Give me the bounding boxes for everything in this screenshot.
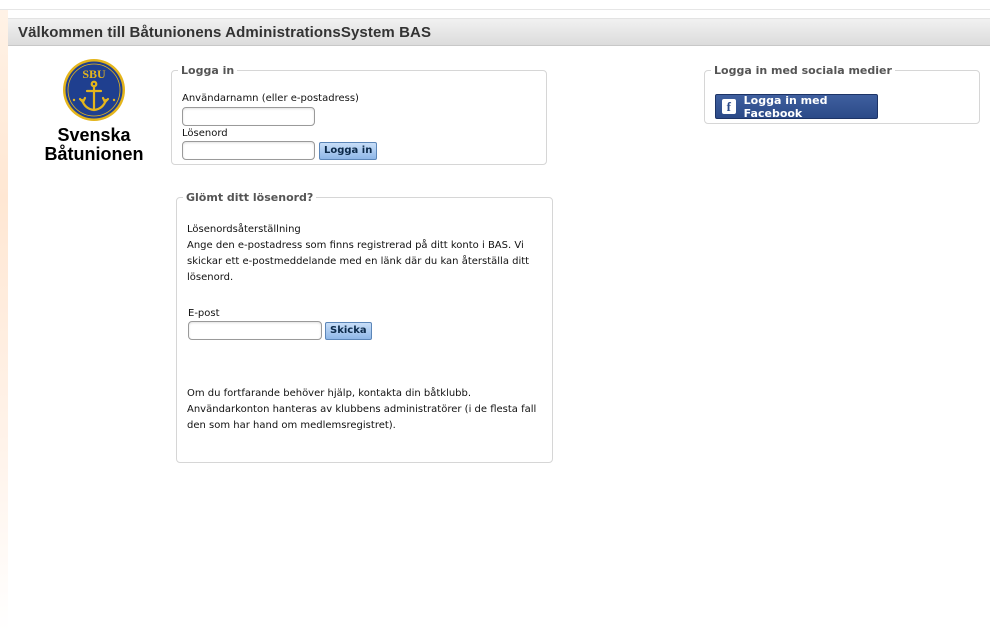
title-bar: Välkommen till Båtunionens Administratio… [8, 18, 990, 46]
forgot-password-legend: Glömt ditt lösenord? [186, 191, 314, 204]
forgot-password-fieldset: Glömt ditt lösenord? Lösenordsåterställn… [176, 191, 553, 463]
reset-description: Ange den e-postadress som finns registre… [187, 240, 530, 283]
username-input[interactable] [182, 107, 315, 126]
facebook-login-label: Logga in med Facebook [743, 93, 828, 120]
social-login-fieldset: Logga in med sociala medier f Logga in m… [704, 64, 980, 124]
top-strip [0, 0, 990, 10]
facebook-login-button[interactable]: f Logga in med Facebook [715, 93, 878, 120]
login-button[interactable]: Logga in [319, 142, 378, 160]
email-label: E-post [188, 308, 220, 319]
login-legend: Logga in [181, 64, 235, 77]
logo-line-1: Svenska [57, 125, 131, 145]
help-text: Om du fortfarande behöver hjälp, kontakt… [187, 388, 537, 431]
send-button[interactable]: Skicka [325, 322, 372, 340]
password-input[interactable] [182, 141, 315, 160]
logo-text: Svenska Båtunionen [44, 126, 144, 164]
page-title: Välkommen till Båtunionens Administratio… [18, 24, 432, 41]
left-edge-decoration [0, 10, 8, 632]
facebook-icon: f [722, 99, 736, 114]
social-login-legend: Logga in med sociala medier [714, 64, 892, 77]
username-label: Användarnamn (eller e-postadress) [182, 93, 359, 104]
email-input[interactable] [188, 321, 322, 340]
logo-line-2: Båtunionen [44, 144, 144, 164]
sbu-anchor-seal-icon: SBU [63, 59, 125, 121]
login-fieldset: Logga in Användarnamn (eller e-postadres… [171, 64, 547, 165]
password-label: Lösenord [182, 128, 228, 139]
seal-text: SBU [82, 67, 106, 81]
reset-heading: Lösenordsåterställning [187, 224, 301, 235]
sbu-logo: SBU Svenska Båtunionen [44, 58, 144, 164]
